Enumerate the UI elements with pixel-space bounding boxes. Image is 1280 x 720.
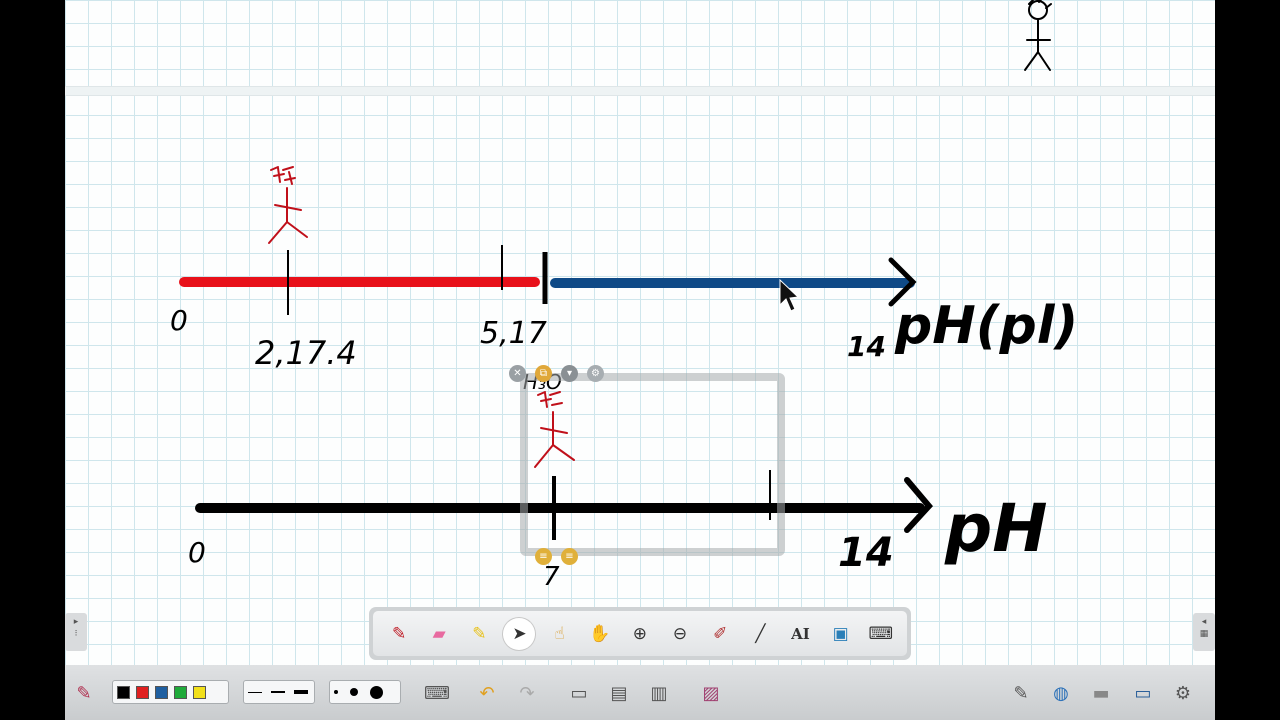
close-icon[interactable]: ✕	[509, 365, 526, 382]
label-bottom-14: 14	[838, 530, 894, 576]
stick-figure-red-top	[268, 166, 308, 244]
display-mode-icon[interactable]: ▭	[1129, 679, 1157, 707]
magic-pen-tool-icon[interactable]: ☝	[544, 618, 576, 650]
frame-handle-right-icon[interactable]: ≡	[561, 548, 578, 565]
gallery-icon[interactable]: ▨	[697, 679, 725, 707]
line-width-thin[interactable]	[248, 691, 262, 693]
text-tool-glyph: AI	[791, 624, 810, 643]
edit-board-icon[interactable]: ✎	[1007, 679, 1035, 707]
right-side-tab[interactable]: ◂ ▦	[1193, 613, 1215, 651]
dot-size-small[interactable]	[334, 690, 338, 694]
add-page-icon[interactable]: ▭	[565, 679, 593, 707]
label-bottom-ph: pH	[945, 490, 1048, 567]
settings-gear-icon[interactable]: ⚙	[1169, 679, 1197, 707]
previous-page-icon[interactable]: ▤	[605, 679, 633, 707]
floating-toolbar: ✎ ▰ ✎ ➤ ☝ ✋ ⊕ ⊖ ✐ ╱ AI ▣ ⌨	[369, 607, 911, 660]
screen-capture-icon[interactable]: ▣	[825, 618, 857, 650]
zoom-out-icon[interactable]: ⊖	[664, 618, 696, 650]
color-palette	[112, 680, 229, 704]
eraser-tool-icon[interactable]: ▰	[423, 618, 455, 650]
redo-icon[interactable]: ↷	[513, 679, 541, 707]
bottom-toolbar: ✎ ⌨ ↶ ↷ ▭ ▤ ▥ ▨ ✎ ◍ ▬ ▭ ⚙	[65, 665, 1215, 720]
label-bottom-7: 7	[543, 562, 560, 592]
color-swatch-yellow[interactable]	[193, 685, 206, 699]
label-top-zero: 0	[170, 304, 188, 337]
menu-down-icon[interactable]: ▾	[561, 365, 578, 382]
pen-tool-icon[interactable]: ✎	[383, 618, 415, 650]
text-tool-icon[interactable]: AI	[784, 618, 816, 650]
next-page-icon[interactable]: ▥	[645, 679, 673, 707]
dot-size-medium[interactable]	[350, 688, 358, 696]
label-top-ph-pl: pH(pl)	[895, 296, 1079, 356]
keyboard-icon[interactable]: ⌨	[865, 618, 897, 650]
select-tool-icon[interactable]: ➤	[503, 617, 536, 650]
color-swatch-green[interactable]	[174, 685, 187, 699]
label-top-14: 14	[847, 330, 886, 363]
line-width-thick[interactable]	[294, 690, 308, 694]
line-tool-icon[interactable]: ╱	[744, 618, 776, 650]
web-browser-icon[interactable]: ◍	[1047, 679, 1075, 707]
color-swatch-blue[interactable]	[155, 685, 168, 699]
line-width-medium[interactable]	[271, 691, 285, 693]
label-top-2-174: 2,17.4	[255, 334, 357, 372]
laser-pointer-icon[interactable]: ✐	[704, 618, 736, 650]
dot-size-large[interactable]	[370, 685, 383, 699]
whiteboard-canvas[interactable]: 0 2,17.4 5,17 H₃O 14 pH(pl) 0 7 14 pH ✕ …	[65, 0, 1215, 665]
line-width-picker	[243, 680, 315, 704]
color-swatch-black[interactable]	[117, 685, 130, 699]
hand-tool-icon[interactable]: ✋	[584, 618, 616, 650]
color-swatch-red[interactable]	[136, 685, 149, 699]
zoom-in-icon[interactable]: ⊕	[624, 618, 656, 650]
pen-settings-icon[interactable]: ✎	[70, 679, 98, 707]
keyboard-toggle-icon[interactable]: ⌨	[423, 679, 451, 707]
left-side-tab[interactable]: ▸ ⁝	[65, 613, 87, 651]
folder-icon[interactable]: ▬	[1087, 679, 1115, 707]
label-top-517: 5,17	[480, 316, 547, 351]
frame-handle-left-icon[interactable]: ≡	[535, 548, 552, 565]
dot-size-picker	[329, 680, 401, 704]
label-bottom-zero: 0	[188, 536, 206, 569]
stick-figure-top	[1024, 0, 1052, 71]
highlighter-tool-icon[interactable]: ✎	[463, 618, 495, 650]
duplicate-icon[interactable]: ⧉	[535, 365, 552, 382]
settings-icon[interactable]: ⚙	[587, 365, 604, 382]
undo-icon[interactable]: ↶	[473, 679, 501, 707]
selection-frame[interactable]	[520, 373, 785, 556]
